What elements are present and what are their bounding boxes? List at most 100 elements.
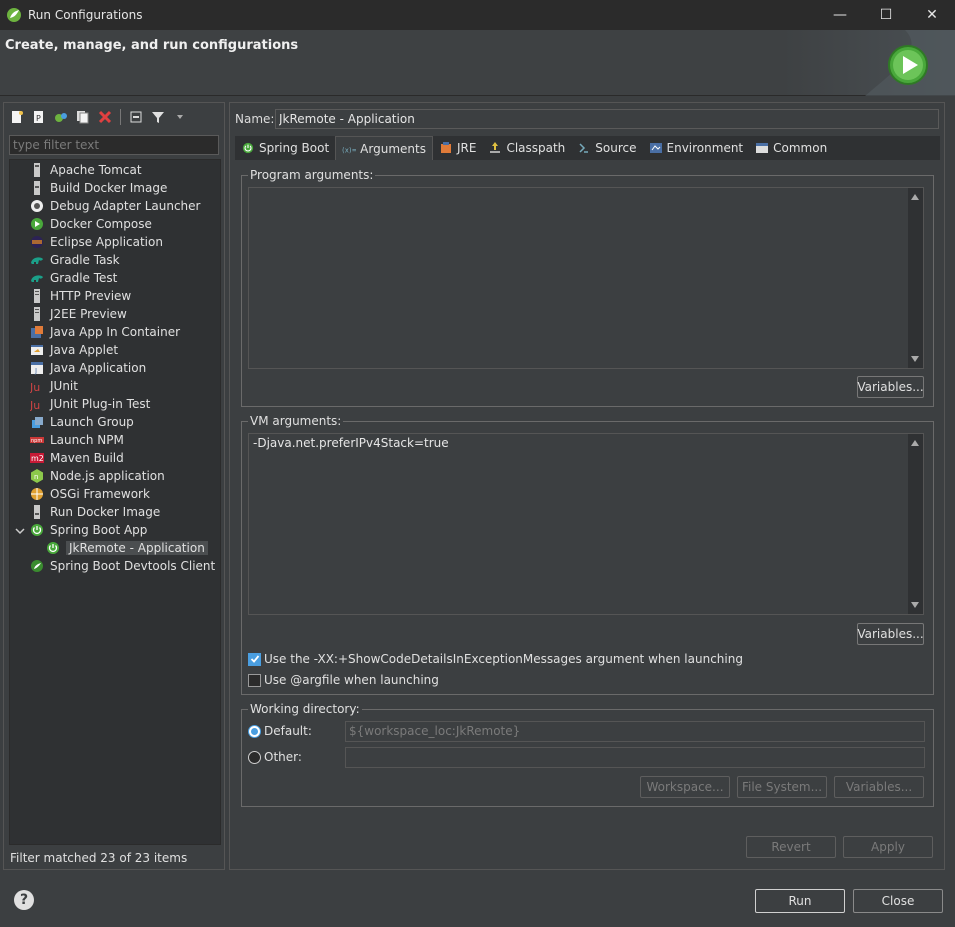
chevron-down-icon[interactable] <box>171 108 189 126</box>
tree-item-gradle-test[interactable]: Gradle Test <box>30 269 117 287</box>
svg-text:n: n <box>34 473 38 481</box>
tree-item-launch-npm[interactable]: npm Launch NPM <box>30 431 124 449</box>
tree-item-docker-compose[interactable]: Docker Compose <box>30 215 152 233</box>
program-variables-button[interactable]: Variables... <box>857 376 924 398</box>
other-radio[interactable] <box>248 750 261 764</box>
tree-item-apache-tomcat[interactable]: Apache Tomcat <box>30 161 142 179</box>
title-bar: Run Configurations — ☐ ✕ <box>0 0 955 30</box>
configuration-list-pane: P Apache Tomcat Build Docker Image <box>3 102 225 870</box>
maximize-button[interactable]: ☐ <box>863 0 909 30</box>
default-label: Default: <box>264 724 312 738</box>
apply-button[interactable]: Apply <box>843 836 933 858</box>
tree-item-java-applet[interactable]: Java Applet <box>30 341 118 359</box>
tree-item-run-docker-image[interactable]: Run Docker Image <box>30 503 160 521</box>
tab-common[interactable]: Common <box>749 136 833 160</box>
use-argfile-checkbox-row[interactable]: Use @argfile when launching <box>248 673 439 687</box>
dialog-heading: Create, manage, and run configurations <box>5 38 299 53</box>
vm-arguments-scrollbar[interactable] <box>908 434 923 614</box>
tree-item-java-application[interactable]: J Java Application <box>30 359 146 377</box>
tab-spring-boot[interactable]: Spring Boot <box>235 136 335 160</box>
filter-input[interactable] <box>9 135 219 155</box>
tab-source[interactable]: Source <box>571 136 642 160</box>
workspace-button[interactable]: Workspace... <box>640 776 730 798</box>
arguments-icon: (x)= <box>342 142 356 156</box>
gradle-icon <box>30 271 44 285</box>
tab-environment[interactable]: Environment <box>643 136 750 160</box>
name-input[interactable] <box>275 109 939 129</box>
tree-item-spring-boot-app[interactable]: Spring Boot App <box>30 521 147 539</box>
close-window-button[interactable]: ✕ <box>909 0 955 30</box>
working-variables-button[interactable]: Variables... <box>834 776 924 798</box>
tab-jre[interactable]: JRE <box>433 136 482 160</box>
docker-build-icon <box>30 181 44 195</box>
common-icon <box>755 141 769 155</box>
spring-logo-icon <box>7 8 21 22</box>
run-banner-icon <box>888 45 928 85</box>
window-title: Run Configurations <box>28 8 143 22</box>
vm-arguments-input[interactable]: -Djava.net.preferIPv4Stack=true <box>248 433 924 615</box>
tab-classpath[interactable]: Classpath <box>482 136 571 160</box>
default-radio[interactable] <box>248 724 261 738</box>
close-button[interactable]: Close <box>853 889 943 913</box>
filter-status: Filter matched 23 of 23 items <box>10 851 188 865</box>
show-code-details-checkbox[interactable] <box>248 652 261 666</box>
show-code-details-checkbox-row[interactable]: Use the -XX:+ShowCodeDetailsInExceptionM… <box>248 652 743 666</box>
svg-text:Ju: Ju <box>30 399 40 411</box>
file-system-button[interactable]: File System... <box>737 776 827 798</box>
tree-item-j2ee-preview[interactable]: J2EE Preview <box>30 305 127 323</box>
server-icon <box>30 289 44 303</box>
tree-item-spring-boot-devtools-client[interactable]: Spring Boot Devtools Client <box>30 557 215 575</box>
name-label: Name: <box>235 112 275 126</box>
export-configuration-icon[interactable] <box>52 108 70 126</box>
chevron-down-icon[interactable] <box>14 525 26 537</box>
classpath-icon <box>488 141 502 155</box>
other-radio-row[interactable]: Other: <box>248 750 302 764</box>
nodejs-icon: n <box>30 469 44 483</box>
tree-item-gradle-task[interactable]: Gradle Task <box>30 251 120 269</box>
duplicate-icon[interactable] <box>74 108 92 126</box>
minimize-button[interactable]: — <box>817 0 863 30</box>
tree-item-debug-adapter-launcher[interactable]: Debug Adapter Launcher <box>30 197 200 215</box>
tree-item-junit-plugin-test[interactable]: Ju JUnit Plug-in Test <box>30 395 150 413</box>
filter-icon[interactable] <box>149 108 167 126</box>
environment-icon <box>649 141 663 155</box>
spring-boot-icon <box>46 541 60 555</box>
vm-variables-button[interactable]: Variables... <box>857 623 924 645</box>
default-radio-row[interactable]: Default: <box>248 724 312 738</box>
tree-item-jkremote-application[interactable]: JkRemote - Application <box>46 539 208 557</box>
tab-arguments[interactable]: (x)= Arguments <box>335 136 433 160</box>
tree-item-maven-build[interactable]: m2 Maven Build <box>30 449 124 467</box>
tree-item-osgi-framework[interactable]: OSGi Framework <box>30 485 150 503</box>
tree-item-junit[interactable]: Ju JUnit <box>30 377 78 395</box>
program-arguments-scrollbar[interactable] <box>908 188 923 368</box>
tree-item-java-app-in-container[interactable]: Java App In Container <box>30 323 180 341</box>
configuration-editor-pane: Name: Spring Boot (x)= Arguments JRE Cla… <box>229 102 945 870</box>
toolbar-separator <box>120 109 121 125</box>
gradle-icon <box>30 253 44 267</box>
tree-item-build-docker-image[interactable]: Build Docker Image <box>30 179 167 197</box>
other-directory-input <box>345 747 925 768</box>
svg-text:Ju: Ju <box>30 381 40 393</box>
help-icon[interactable]: ? <box>14 890 34 910</box>
run-button[interactable]: Run <box>755 889 845 913</box>
osgi-icon <box>30 487 44 501</box>
tree-item-http-preview[interactable]: HTTP Preview <box>30 287 131 305</box>
debug-adapter-icon <box>30 199 44 213</box>
collapse-all-icon[interactable] <box>127 108 145 126</box>
name-row: Name: <box>235 109 939 129</box>
vm-arguments-legend: VM arguments: <box>250 414 342 428</box>
program-arguments-input[interactable] <box>248 187 924 369</box>
junit-plugin-icon: Ju <box>30 397 44 411</box>
use-argfile-checkbox[interactable] <box>248 673 261 687</box>
tree-item-eclipse-application[interactable]: Eclipse Application <box>30 233 163 251</box>
tree-item-launch-group[interactable]: Launch Group <box>30 413 134 431</box>
tree-item-nodejs-application[interactable]: n Node.js application <box>30 467 165 485</box>
npm-icon: npm <box>30 433 44 447</box>
show-code-details-label: Use the -XX:+ShowCodeDetailsInExceptionM… <box>264 652 743 666</box>
java-container-icon <box>30 325 44 339</box>
svg-text:(x)=: (x)= <box>342 146 356 154</box>
delete-icon[interactable] <box>96 108 114 126</box>
new-prototype-icon[interactable]: P <box>30 108 48 126</box>
new-configuration-icon[interactable] <box>8 108 26 126</box>
revert-button[interactable]: Revert <box>746 836 836 858</box>
